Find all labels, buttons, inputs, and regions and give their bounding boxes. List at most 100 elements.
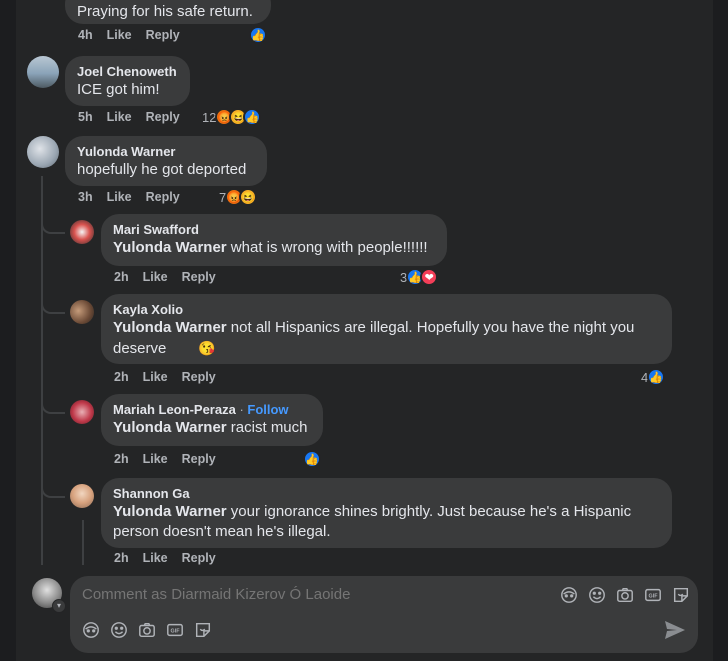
reply-button[interactable]: Reply — [182, 452, 216, 466]
camera-icon[interactable] — [616, 586, 634, 604]
reply-body: racist much — [226, 419, 308, 436]
comment-text: Praying for his safe return. — [77, 3, 253, 20]
reply-author[interactable]: Mari Swafford — [113, 222, 435, 238]
reaction-summary[interactable]: 4 👍 — [641, 368, 666, 386]
reply-text: Yulonda Warner racist much — [113, 418, 311, 438]
thread-connector — [41, 220, 65, 234]
chevron-down-icon[interactable]: ▾ — [52, 599, 66, 613]
reply-time: 2h — [114, 270, 129, 284]
mention-link[interactable]: Yulonda Warner — [113, 503, 227, 520]
reply-thread-line — [82, 520, 84, 566]
reply-button[interactable]: Reply — [182, 551, 216, 565]
avatar[interactable] — [70, 484, 94, 508]
follow-button[interactable]: Follow — [247, 402, 288, 417]
reply-text: Yulonda Warner what is wrong with people… — [113, 238, 435, 258]
reply-button[interactable]: Reply — [146, 190, 180, 204]
emoji-icon[interactable] — [110, 621, 128, 639]
comment-actions: 4h Like Reply — [78, 28, 194, 42]
comment-author[interactable]: Joel Chenoweth — [77, 64, 178, 80]
mention-link[interactable]: Yulonda Warner — [113, 239, 227, 256]
reply-button[interactable]: Reply — [146, 110, 180, 124]
like-reaction-icon: 👍 — [303, 450, 321, 468]
thread-connector — [41, 400, 65, 414]
like-button[interactable]: Like — [143, 370, 168, 384]
like-button[interactable]: Like — [107, 110, 132, 124]
thread-line — [41, 176, 43, 566]
reply-button[interactable]: Reply — [182, 270, 216, 284]
reply-button[interactable]: Reply — [146, 28, 180, 42]
avatar[interactable] — [27, 56, 59, 88]
comment-text: ICE got him! — [77, 81, 160, 98]
reply-bubble: Shannon Ga Yulonda Warner your ignorance… — [101, 478, 672, 548]
reply-author[interactable]: Shannon Ga — [113, 486, 660, 502]
comment-input[interactable] — [82, 586, 542, 603]
sticker-icon[interactable] — [194, 621, 212, 639]
reply-actions: 2h Like Reply — [114, 370, 230, 384]
reply-bubble: Mari Swafford Yulonda Warner what is wro… — [101, 214, 447, 266]
comment-bubble: Praying for his safe return. — [65, 0, 271, 24]
avatar-sticker-icon[interactable] — [560, 586, 578, 604]
reaction-summary[interactable]: 7 😡 😆 — [219, 188, 258, 206]
reaction-summary[interactable]: 3 👍 ❤ — [400, 268, 439, 286]
reply-time: 2h — [114, 370, 129, 384]
reply-body: what is wrong with people!!!!!! — [226, 239, 428, 256]
reaction-summary[interactable]: 👍 — [249, 26, 267, 44]
mention-link[interactable]: Yulonda Warner — [113, 319, 227, 336]
reply-actions: 2h Like Reply — [114, 452, 230, 466]
kiss-emoji: 😘 — [198, 340, 216, 356]
avatar[interactable] — [27, 136, 59, 168]
reply-text: Yulonda Warner your ignorance shines bri… — [113, 502, 660, 542]
reply-text: Yulonda Warner not all Hispanics are ill… — [113, 318, 660, 359]
like-reaction-icon: 👍 — [647, 368, 666, 386]
reaction-count: 12 — [202, 109, 217, 125]
reply-button[interactable]: Reply — [182, 370, 216, 384]
reply-author[interactable]: Mariah Leon-Peraza — [113, 402, 236, 417]
reaction-summary[interactable]: 👍 — [303, 450, 321, 468]
like-button[interactable]: Like — [143, 452, 168, 466]
svg-text:GIF: GIF — [171, 629, 181, 635]
comment-time: 3h — [78, 190, 93, 204]
like-button[interactable]: Like — [143, 551, 168, 565]
send-icon[interactable] — [664, 620, 686, 640]
reply-author-row: Mariah Leon-Peraza · Follow — [113, 402, 311, 418]
thread-connector — [41, 484, 65, 498]
reply-time: 2h — [114, 551, 129, 565]
comment-actions: 5h Like Reply — [78, 110, 194, 124]
left-gutter — [0, 0, 16, 661]
reply-author[interactable]: Kayla Xolio — [113, 302, 660, 318]
like-reaction-icon: 👍 — [249, 26, 267, 44]
avatar[interactable] — [70, 300, 94, 324]
gif-icon[interactable]: GIF — [166, 621, 184, 639]
reaction-summary[interactable]: 12 😡 😆 👍 — [202, 108, 262, 126]
reply-bubble: Kayla Xolio Yulonda Warner not all Hispa… — [101, 294, 672, 364]
avatar[interactable] — [70, 220, 94, 244]
follow-separator: · — [235, 402, 248, 417]
comment-bubble: Yulonda Warner hopefully he got deported — [65, 136, 267, 186]
reply-actions: 2h Like Reply — [114, 551, 230, 565]
gif-icon[interactable]: GIF — [644, 586, 662, 604]
svg-text:GIF: GIF — [649, 594, 659, 600]
thread-connector — [41, 300, 65, 314]
reply-actions: 2h Like Reply — [114, 270, 230, 284]
camera-icon[interactable] — [138, 621, 156, 639]
reply-bubble: Mariah Leon-Peraza · Follow Yulonda Warn… — [101, 394, 323, 446]
like-button[interactable]: Like — [143, 270, 168, 284]
emoji-icon[interactable] — [588, 586, 606, 604]
comment-bubble: Joel Chenoweth ICE got him! — [65, 56, 190, 106]
avatar[interactable] — [70, 400, 94, 424]
comment-time: 4h — [78, 28, 93, 42]
like-button[interactable]: Like — [107, 190, 132, 204]
like-reaction-icon: 👍 — [243, 108, 262, 126]
avatar-sticker-icon[interactable] — [82, 621, 100, 639]
mention-link[interactable]: Yulonda Warner — [113, 419, 227, 436]
comment-author[interactable]: Yulonda Warner — [77, 144, 255, 160]
like-button[interactable]: Like — [107, 28, 132, 42]
sticker-icon[interactable] — [672, 586, 690, 604]
scrollbar-track[interactable] — [713, 0, 728, 661]
love-reaction-icon: ❤ — [420, 268, 439, 286]
reply-time: 2h — [114, 452, 129, 466]
comment-time: 5h — [78, 110, 93, 124]
haha-reaction-icon: 😆 — [239, 188, 258, 206]
comment-actions: 3h Like Reply — [78, 190, 194, 204]
comment-text: hopefully he got deported — [77, 161, 247, 178]
